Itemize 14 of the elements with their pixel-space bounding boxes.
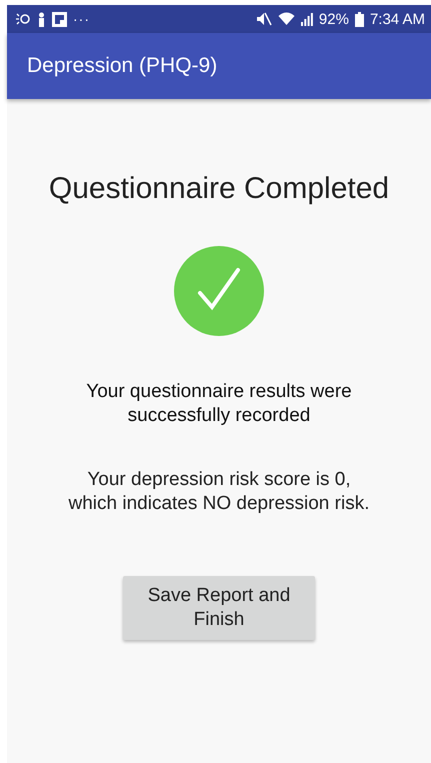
battery-percent: 92% [318,10,349,28]
checkmark-icon [174,246,264,336]
risk-score-text: Your depression risk score is 0, which indicates NO depression risk. [68,468,370,516]
clock: 7:34 AM [370,10,425,28]
completion-heading: Questionnaire Completed [48,172,390,206]
battery-icon [354,12,364,26]
brightness-icon [15,12,31,26]
more-notifications: ··· [73,11,90,27]
save-report-button[interactable]: Save Report and Finish [123,576,315,640]
success-message: Your questionnaire results were successfully recorded [85,380,353,428]
signal-icon [300,12,313,26]
wifi-icon [278,12,295,26]
app-title: Depression (PHQ-9) [27,54,218,78]
mute-icon [256,12,272,26]
